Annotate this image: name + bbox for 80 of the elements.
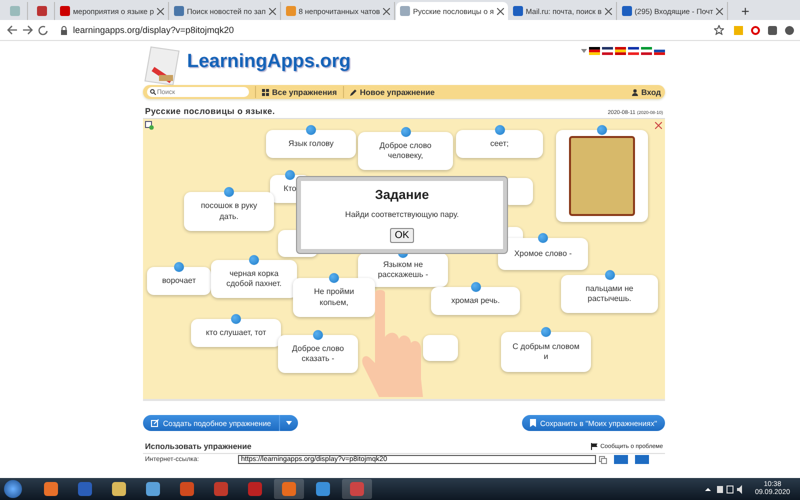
favicon-icon — [286, 6, 296, 16]
drag-dot-icon[interactable] — [285, 170, 295, 180]
flag-icon — [591, 443, 598, 450]
favicon-icon — [400, 6, 410, 16]
drag-dot-icon[interactable] — [224, 187, 234, 197]
drag-dot-icon[interactable] — [541, 327, 551, 337]
start-button[interactable] — [4, 480, 22, 498]
answer-card[interactable]: Язык голову — [266, 130, 356, 158]
favicon-icon — [60, 6, 70, 16]
answer-card[interactable]: хромая речь. — [431, 287, 520, 315]
dialog-title: Задание — [375, 187, 429, 202]
close-icon[interactable] — [496, 8, 504, 14]
copy-icon[interactable] — [599, 456, 607, 464]
exercise-title: Русские пословицы о языке. — [145, 106, 276, 116]
language-flag-icon[interactable] — [628, 47, 639, 55]
drag-dot-icon[interactable] — [494, 125, 504, 135]
close-icon[interactable] — [268, 8, 276, 14]
favicon-icon — [622, 6, 632, 16]
answer-card[interactable]: С добрым словом и — [501, 332, 591, 372]
answer-card[interactable]: Не пройми копьем, — [293, 278, 375, 317]
answer-card[interactable]: черная корка сдобой пахнет. — [211, 260, 297, 298]
section-heading: Использовать упражнение — [145, 442, 252, 451]
star-icon[interactable] — [714, 25, 724, 35]
drag-dot-icon[interactable] — [470, 282, 480, 292]
drag-dot-icon[interactable] — [538, 233, 548, 243]
card-background — [423, 335, 458, 361]
drag-dot-icon[interactable] — [306, 125, 316, 135]
drag-dot-icon[interactable] — [313, 330, 323, 340]
close-icon[interactable] — [383, 8, 390, 14]
answer-card[interactable]: Языком не расскажешь - — [358, 253, 448, 287]
drag-dot-icon[interactable] — [604, 270, 614, 280]
navigation-arrows-icon[interactable] — [6, 24, 50, 36]
caret-icon — [286, 421, 292, 425]
help-icon[interactable] — [145, 121, 154, 130]
answer-card[interactable]: пальцами не растычешь. — [561, 275, 658, 313]
edit-icon — [151, 419, 159, 427]
answer-card[interactable]: сеет; — [456, 130, 543, 158]
answer-card[interactable]: Доброе слово человеку, — [358, 132, 453, 170]
dropdown-button[interactable] — [280, 415, 298, 431]
site-logo[interactable]: LearningApps.org — [187, 51, 351, 73]
nav-link[interactable]: Все упражнения — [262, 88, 337, 96]
language-flag-icon[interactable] — [589, 47, 600, 55]
lock-icon[interactable] — [60, 26, 68, 34]
drag-dot-icon[interactable] — [597, 125, 607, 135]
favicon-icon — [10, 6, 20, 16]
language-flag-icon[interactable] — [641, 47, 652, 55]
drag-dot-icon[interactable] — [249, 255, 259, 265]
close-icon[interactable] — [716, 8, 724, 14]
pencil-icon — [350, 88, 357, 96]
answer-card[interactable]: Хромое слово - — [498, 238, 588, 270]
drag-dot-icon[interactable] — [400, 127, 410, 137]
close-icon[interactable] — [156, 8, 164, 14]
close-icon[interactable] — [604, 8, 612, 14]
drag-dot-icon[interactable] — [231, 314, 241, 324]
login-link[interactable]: Вход — [632, 88, 661, 96]
language-flag-icon[interactable] — [602, 47, 613, 55]
account-icon[interactable] — [785, 26, 794, 34]
new-tab-button[interactable]: + — [735, 2, 756, 20]
dropdown-caret-icon[interactable] — [581, 49, 587, 53]
grid-icon — [262, 88, 269, 96]
answer-card[interactable] — [556, 130, 648, 222]
favicon-icon — [36, 6, 46, 16]
ok-button[interactable]: OK — [390, 228, 414, 243]
user-icon — [632, 88, 638, 96]
favicon-icon — [512, 6, 523, 16]
answer-card[interactable]: кто слушает, тот — [191, 319, 281, 347]
system-tray-icons[interactable] — [704, 484, 745, 494]
answer-card[interactable]: Доброе слово сказать - — [278, 335, 358, 373]
drag-dot-icon[interactable] — [329, 273, 339, 283]
address-field[interactable]: learningapps.org/display?v=p8itojmqk20 — [56, 22, 728, 38]
drag-dot-icon[interactable] — [174, 262, 184, 272]
dialog-text: Найди соответствующую пару. — [345, 210, 459, 220]
language-flag-icon[interactable] — [654, 47, 665, 55]
fullscreen-icon[interactable] — [655, 122, 662, 129]
favicon-icon — [174, 6, 184, 16]
search-icon — [150, 89, 156, 95]
answer-card[interactable]: посошок в руку дать. — [184, 192, 274, 231]
answer-card[interactable]: ворочает — [147, 267, 211, 295]
nav-link[interactable]: Новое упражнение — [350, 88, 435, 96]
ring-icon[interactable] — [751, 26, 760, 34]
